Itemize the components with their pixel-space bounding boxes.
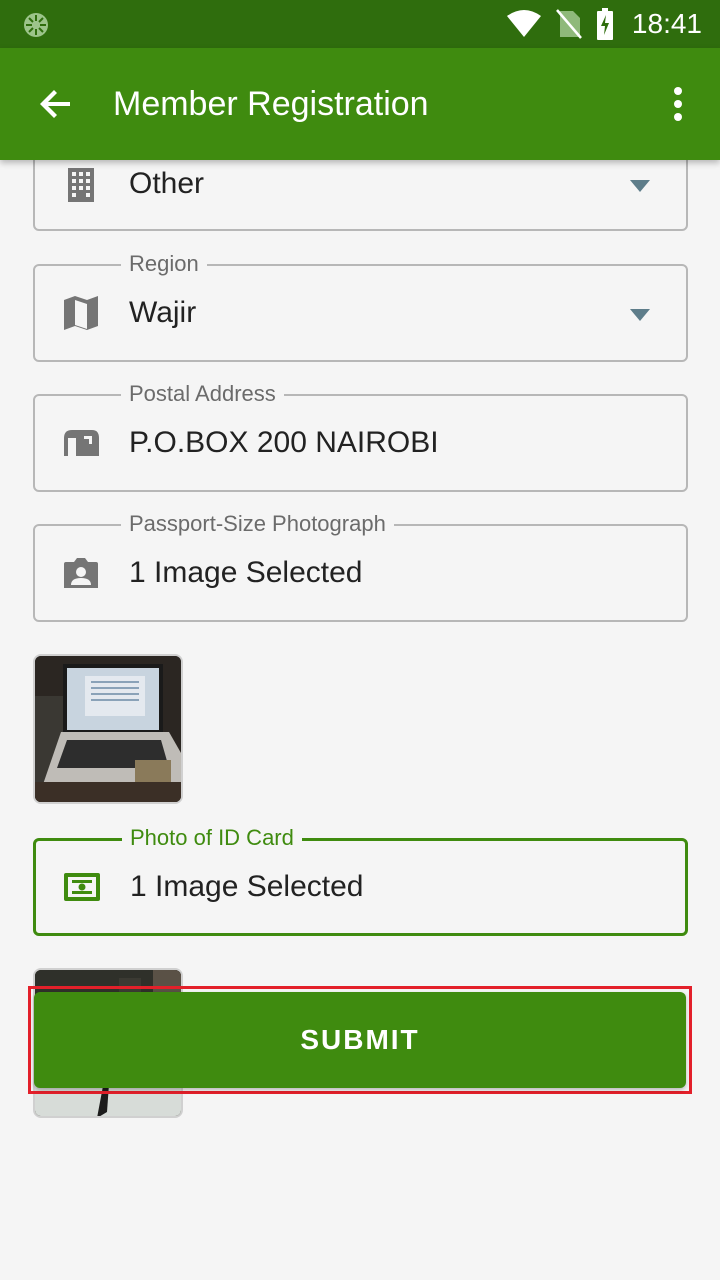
organization-type-dropdown[interactable]: Other	[33, 160, 688, 231]
submit-button[interactable]: SUBMIT	[34, 992, 686, 1088]
wifi-icon	[506, 10, 541, 37]
status-time: 18:41	[631, 8, 702, 39]
map-icon	[64, 296, 98, 330]
registration-form: Other Region Wajir Postal Address P.O.BO…	[0, 160, 720, 1280]
more-vert-icon[interactable]	[666, 82, 690, 126]
contact-camera-icon	[64, 558, 98, 588]
id-card-icon	[64, 873, 100, 901]
app-bar: Member Registration	[0, 48, 720, 160]
page-title: Member Registration	[113, 85, 429, 123]
organization-type-value: Other	[129, 167, 205, 200]
region-value: Wajir	[129, 296, 197, 329]
dropdown-arrow-icon	[630, 180, 650, 192]
postal-address-value: P.O.BOX 200 NAIROBI	[129, 426, 439, 459]
id-photo-label: Photo of ID Card	[122, 823, 302, 853]
postal-address-field[interactable]: Postal Address P.O.BOX 200 NAIROBI	[33, 379, 688, 492]
app-notification-icon	[24, 13, 48, 37]
region-label: Region	[121, 249, 207, 279]
arrow-back-icon[interactable]	[34, 82, 78, 126]
passport-photo-label: Passport-Size Photograph	[121, 509, 394, 539]
building-icon	[68, 168, 94, 202]
battery-charging-icon	[596, 8, 613, 40]
status-bar: 18:41	[0, 0, 720, 48]
postal-address-label: Postal Address	[121, 379, 284, 409]
mailbox-icon	[64, 430, 99, 456]
id-photo-field[interactable]: Photo of ID Card 1 Image Selected	[33, 823, 688, 936]
dropdown-arrow-icon	[630, 309, 650, 321]
passport-photo-field[interactable]: Passport-Size Photograph 1 Image Selecte…	[33, 509, 688, 622]
region-dropdown[interactable]: Region Wajir	[33, 249, 688, 362]
passport-photo-value: 1 Image Selected	[129, 556, 363, 589]
passport-photo-thumbnail[interactable]	[33, 654, 183, 804]
no-sim-icon	[555, 9, 582, 39]
id-photo-value: 1 Image Selected	[130, 870, 364, 903]
